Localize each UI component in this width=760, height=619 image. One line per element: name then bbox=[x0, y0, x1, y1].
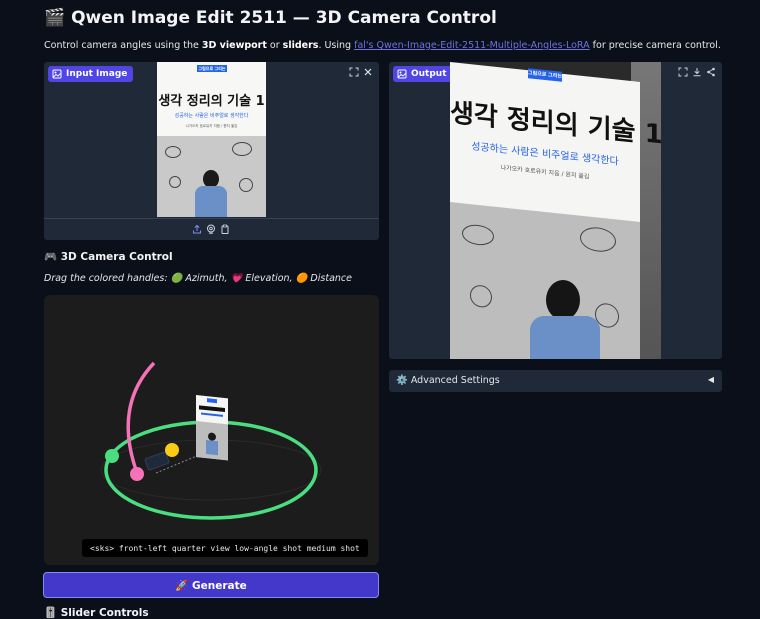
3d-viewport[interactable]: <sks> front-left quarter view low-angle … bbox=[44, 295, 379, 565]
book-title: 생각 정리의 기술 1 bbox=[158, 94, 265, 109]
book-tag: 그림으로 그리는 bbox=[197, 65, 227, 72]
upload-button[interactable] bbox=[190, 222, 204, 236]
clipboard-icon bbox=[221, 224, 229, 234]
lora-link[interactable]: fal's Qwen-Image-Edit-2511-Multiple-Angl… bbox=[354, 40, 590, 51]
fullscreen-button[interactable] bbox=[347, 65, 361, 79]
close-icon bbox=[364, 68, 372, 76]
input-image-panel: Input Image 그림으로 그리는 생각 정리의 기술 1 성공하는 사람… bbox=[44, 62, 379, 240]
camera-control-heading: 🎮 3D Camera Control bbox=[44, 251, 173, 263]
upload-icon bbox=[193, 224, 201, 234]
advanced-settings-accordion[interactable]: ⚙️ Advanced Settings ◀ bbox=[389, 370, 722, 392]
output-book-tag: 그림으로 그리는 bbox=[528, 68, 562, 82]
download-button[interactable] bbox=[690, 65, 704, 79]
output-image-panel: Output Image 그림으로 그리는 생각 정리의 기술 1 성공하는 사… bbox=[389, 62, 722, 359]
image-icon bbox=[397, 69, 407, 79]
webcam-button[interactable] bbox=[204, 222, 218, 236]
download-icon bbox=[693, 68, 701, 77]
share-button[interactable] bbox=[704, 65, 718, 79]
book-subtitle: 성공하는 사람은 비주얼로 생각한다 bbox=[174, 113, 249, 119]
slider-controls-heading: 🎚️ Slider Controls bbox=[44, 607, 149, 619]
3d-scene[interactable] bbox=[44, 295, 379, 565]
book-author: 나가오카 호로유키 지음 / 원지 옮김 bbox=[185, 124, 238, 128]
collapse-arrow-icon: ◀ bbox=[707, 375, 714, 384]
desc-prefix: Control camera angles using the bbox=[44, 40, 202, 51]
desc-suffix: for precise camera control. bbox=[589, 40, 721, 51]
page-title: 🎬 Qwen Image Edit 2511 — 3D Camera Contr… bbox=[44, 8, 497, 28]
camera-prompt-readout: <sks> front-left quarter view low-angle … bbox=[82, 539, 368, 557]
input-image-label: Input Image bbox=[48, 66, 134, 82]
desc-bold-sliders: sliders bbox=[282, 40, 319, 51]
fullscreen-icon bbox=[349, 67, 359, 77]
elevation-handle[interactable] bbox=[130, 467, 144, 481]
page-description: Control camera angles using the 3D viewp… bbox=[44, 40, 721, 51]
distance-handle[interactable] bbox=[165, 443, 179, 457]
subject-image-card bbox=[196, 395, 228, 461]
input-toolbar-divider bbox=[44, 218, 379, 219]
input-image-label-text: Input Image bbox=[66, 69, 128, 79]
camera-body bbox=[144, 451, 170, 471]
input-image-book-cover: 그림으로 그리는 생각 정리의 기술 1 성공하는 사람은 비주얼로 생각한다 … bbox=[157, 62, 266, 217]
output-image: 그림으로 그리는 생각 정리의 기술 1 성공하는 사람은 비주얼로 생각한다 … bbox=[450, 62, 661, 359]
book-doodle-wall bbox=[157, 136, 266, 217]
share-icon bbox=[707, 67, 715, 77]
desc-mid: or bbox=[266, 40, 283, 51]
generate-button[interactable]: 🚀 Generate bbox=[43, 572, 379, 598]
drag-hint-text: Drag the colored handles: 🟢 Azimuth, 💗 E… bbox=[44, 273, 352, 284]
desc-bold-viewport: 3D viewport bbox=[201, 40, 267, 51]
image-icon bbox=[52, 69, 62, 79]
azimuth-handle[interactable] bbox=[105, 449, 119, 463]
webcam-icon bbox=[207, 224, 215, 234]
clear-image-button[interactable] bbox=[361, 65, 375, 79]
paste-button[interactable] bbox=[218, 222, 232, 236]
desc-mid2: . Using bbox=[318, 40, 355, 51]
fullscreen-icon bbox=[678, 67, 688, 77]
fullscreen-button[interactable] bbox=[676, 65, 690, 79]
output-person bbox=[530, 280, 600, 359]
advanced-settings-label: ⚙️ Advanced Settings bbox=[396, 375, 500, 386]
elevation-arc[interactable] bbox=[126, 361, 156, 471]
